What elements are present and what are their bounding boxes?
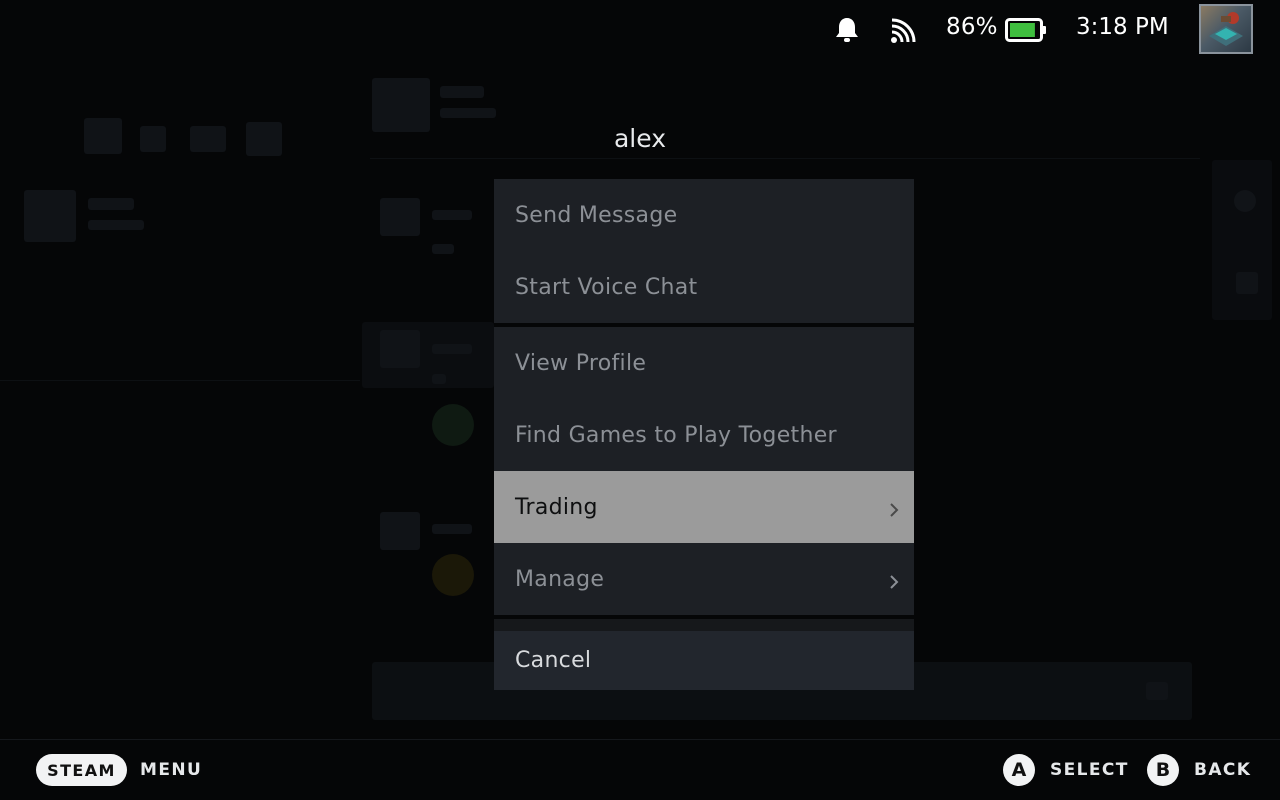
background-avatar [24, 190, 76, 242]
menu-group-cancel: Cancel [494, 619, 914, 690]
menu-item-trading[interactable]: Trading [494, 471, 914, 543]
wifi-icon[interactable] [889, 17, 917, 45]
background-divider [0, 380, 360, 381]
battery-icon[interactable] [1005, 18, 1047, 42]
background-text [440, 108, 496, 118]
cancel-button[interactable]: Cancel [494, 631, 914, 690]
menu-item-label: Send Message [515, 202, 678, 228]
user-avatar[interactable] [1199, 4, 1253, 54]
clock: 3:18 PM [1076, 14, 1169, 40]
steam-button[interactable]: STEAM [36, 754, 127, 786]
select-label[interactable]: SELECT [1050, 760, 1129, 780]
menu-item-label: Find Games to Play Together [515, 422, 837, 448]
chevron-right-icon [888, 571, 900, 589]
background-text [440, 86, 484, 98]
background-text [432, 344, 472, 354]
background-icon [84, 118, 122, 154]
menu-item-label: Start Voice Chat [515, 274, 698, 300]
background-text [432, 210, 472, 220]
chevron-right-icon [888, 499, 900, 517]
background-avatar [380, 330, 420, 368]
menu-item-find-games[interactable]: Find Games to Play Together [494, 399, 914, 471]
back-label[interactable]: BACK [1194, 760, 1251, 780]
menu-item-label: View Profile [515, 350, 647, 376]
background-avatar [380, 512, 420, 550]
background-avatar [372, 78, 430, 132]
battery-percentage: 86% [946, 14, 998, 40]
menu-item-send-message[interactable]: Send Message [494, 179, 914, 251]
background-side-panel [1212, 160, 1272, 320]
background-text [432, 524, 472, 534]
background-text [432, 244, 454, 254]
bottom-bar: STEAM MENU A SELECT B BACK [0, 740, 1280, 800]
background-icon [246, 122, 282, 156]
context-menu: Send Message Start Voice Chat View Profi… [494, 179, 914, 690]
battery-fill [1010, 23, 1035, 37]
menu-item-label: Manage [515, 566, 605, 592]
b-button-icon[interactable]: B [1147, 754, 1179, 786]
menu-item-manage[interactable]: Manage [494, 543, 914, 615]
background-icon [190, 126, 226, 152]
context-menu-title: alex [613, 124, 666, 153]
background-text [88, 198, 134, 210]
menu-label[interactable]: MENU [140, 760, 202, 780]
screen: 86% 3:18 PM alex Send Message Start Voic… [0, 0, 1280, 800]
background-text [88, 220, 144, 230]
background-avatar [380, 198, 420, 236]
background-icon [1236, 272, 1258, 294]
background-icon [1234, 190, 1256, 212]
background-icon [140, 126, 166, 152]
bell-icon[interactable] [834, 16, 860, 44]
cancel-label: Cancel [515, 648, 592, 673]
background-send-icon [1146, 682, 1168, 700]
menu-item-start-voice-chat[interactable]: Start Voice Chat [494, 251, 914, 323]
background-text [432, 374, 446, 384]
menu-group-communication: Send Message Start Voice Chat [494, 179, 914, 323]
background-badge [432, 404, 474, 446]
menu-item-label: Trading [515, 494, 598, 520]
status-bar: 86% 3:18 PM [0, 0, 1280, 60]
menu-item-view-profile[interactable]: View Profile [494, 327, 914, 399]
background-badge [432, 554, 474, 596]
background-divider [370, 158, 1200, 159]
a-button-icon[interactable]: A [1003, 754, 1035, 786]
menu-group-profile: View Profile Find Games to Play Together… [494, 327, 914, 615]
